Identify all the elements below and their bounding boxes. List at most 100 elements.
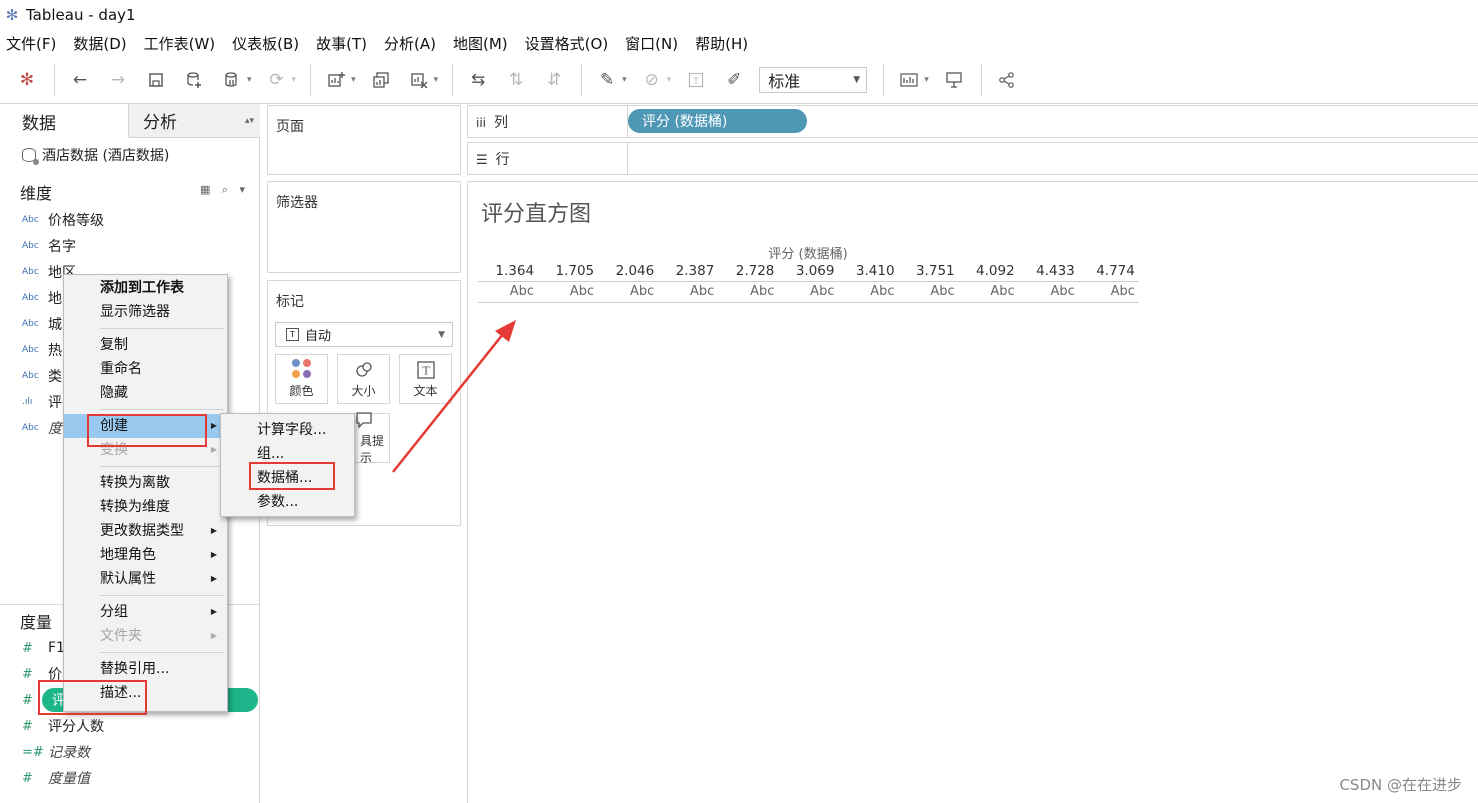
chevron-down-icon[interactable]: ▾ [351,75,356,85]
pin-axes-icon[interactable]: ✐ [721,67,747,93]
measure-field[interactable]: =# 记录数 [22,739,90,765]
menu-help[interactable]: 帮助(H) [695,33,748,54]
swap-rows-columns-icon[interactable]: ⇆ [465,67,491,93]
bin-header[interactable]: 2.387 [658,261,718,281]
filters-card[interactable]: 筛选器 [267,181,461,273]
menu-story[interactable]: 故事(T) [316,33,367,54]
chevron-down-icon[interactable]: ▾ [667,75,672,85]
share-icon[interactable] [994,67,1020,93]
menu-map[interactable]: 地图(M) [453,33,508,54]
menu-worksheet[interactable]: 工作表(W) [144,33,216,54]
viz-table[interactable]: 1.364 1.705 2.046 2.387 2.728 3.069 3.410 3.751… [478,261,1139,303]
bin-header[interactable]: 1.364 [478,261,538,281]
abc-cell[interactable]: Abc [658,282,718,302]
menu-item-hide[interactable]: 隐藏 [100,382,128,404]
bin-header[interactable]: 3.069 [778,261,838,281]
sort-descending-icon[interactable]: ⇵ [541,67,567,93]
menu-item-convert-discrete[interactable]: 转换为离散 [100,472,170,494]
dimension-field[interactable]: Abc 热 [22,337,62,363]
rows-shelf[interactable]: ☰ 行 [467,142,1478,175]
bin-header[interactable]: 4.774 [1079,261,1139,281]
bin-header[interactable]: 3.410 [838,261,898,281]
submenu-item-calculated-field[interactable]: 计算字段... [257,419,326,441]
dimension-field[interactable]: Abc 度 [22,415,62,441]
dimension-field[interactable]: Abc 城 [22,311,62,337]
group-members-icon[interactable]: ⊘ [639,67,665,93]
bin-header[interactable]: 4.433 [1019,261,1079,281]
dimension-field[interactable]: .ılı 评 [22,389,62,415]
new-datasource-icon[interactable] [181,67,207,93]
menu-item-change-type[interactable]: 更改数据类型 [100,520,184,542]
menu-item-convert-dimension[interactable]: 转换为维度 [100,496,170,518]
show-labels-icon[interactable]: T [683,67,709,93]
dimension-field[interactable]: Abc 名字 [22,233,76,259]
menu-item-replace-refs[interactable]: 替换引用... [100,658,169,680]
chevron-down-icon[interactable]: ▾ [247,75,252,85]
bin-header[interactable]: 4.092 [959,261,1019,281]
bin-header[interactable]: 2.728 [718,261,778,281]
fit-select[interactable]: 标准 ▼ [759,66,868,93]
menu-item-geo-role[interactable]: 地理角色 [100,544,156,566]
abc-cell[interactable]: Abc [718,282,778,302]
datasource-item[interactable]: 酒店数据 (酒店数据) [22,145,169,165]
refresh-icon[interactable]: ⟳ [264,67,290,93]
clear-sheet-icon[interactable] [406,67,432,93]
viz-title[interactable]: 评分直方图 [481,196,591,228]
bin-header[interactable]: 3.751 [899,261,959,281]
show-cards-icon[interactable] [896,67,922,93]
new-worksheet-icon[interactable] [323,67,349,93]
tab-data[interactable]: 数据 [0,104,128,138]
columns-shelf[interactable]: iii 列 [467,105,1478,138]
highlight-pen-icon[interactable]: ✎ [594,67,620,93]
size-button[interactable]: 大小 [337,354,390,404]
pages-card[interactable]: 页面 [267,105,461,175]
abc-cell[interactable]: Abc [1019,282,1079,302]
menu-file[interactable]: 文件(F) [6,33,56,54]
dimension-field[interactable]: Abc 类 [22,363,62,389]
tableau-home-icon[interactable]: ✻ [14,67,40,93]
chevron-down-icon[interactable]: ▾ [292,75,297,85]
duplicate-sheet-icon[interactable] [368,67,394,93]
menu-item-folder[interactable]: 文件夹 [100,625,142,647]
measure-field[interactable]: # 评分人数 [22,713,104,739]
tab-analysis[interactable]: 分析 ▴▾ [128,104,260,138]
back-icon[interactable]: ← [67,67,93,93]
save-icon[interactable] [143,67,169,93]
menu-dashboard[interactable]: 仪表板(B) [232,33,299,54]
color-button[interactable]: 颜色 [275,354,328,404]
menu-item-rename[interactable]: 重命名 [100,358,142,380]
menu-data[interactable]: 数据(D) [73,33,126,54]
measure-field[interactable]: # F1 [22,635,65,661]
abc-cell[interactable]: Abc [478,282,538,302]
pause-updates-icon[interactable] [219,67,245,93]
submenu-item-parameter[interactable]: 参数... [257,491,298,513]
abc-cell[interactable]: Abc [899,282,959,302]
menu-analysis[interactable]: 分析(A) [384,33,436,54]
abc-cell[interactable]: Abc [1079,282,1139,302]
menu-window[interactable]: 窗口(N) [625,33,678,54]
abc-cell[interactable]: Abc [838,282,898,302]
columns-pill[interactable]: 评分 (数据桶) [628,109,807,133]
dimension-field[interactable]: Abc 价格等级 [22,207,104,233]
chevron-down-icon[interactable]: ▾ [622,75,627,85]
dimension-field[interactable]: Abc 地 [22,285,62,311]
menu-item-copy[interactable]: 复制 [100,334,128,356]
abc-cell[interactable]: Abc [959,282,1019,302]
chevron-down-icon[interactable]: ▾ [924,75,929,85]
chevron-down-icon[interactable]: ▾ [434,75,439,85]
bin-header[interactable]: 2.046 [598,261,658,281]
abc-cell[interactable]: Abc [598,282,658,302]
sort-ascending-icon[interactable]: ⇅ [503,67,529,93]
menu-item-group[interactable]: 分组 [100,601,128,623]
abc-cell[interactable]: Abc [778,282,838,302]
abc-cell[interactable]: Abc [538,282,598,302]
menu-format[interactable]: 设置格式(O) [525,33,609,54]
menu-item-default-props[interactable]: 默认属性 [100,568,156,590]
measure-field[interactable]: # 度量值 [22,765,90,791]
dimensions-tools[interactable]: ▦ ⌕ ▾ [200,183,249,197]
presentation-mode-icon[interactable] [941,67,967,93]
menu-item-show-filter[interactable]: 显示筛选器 [100,301,170,323]
menu-item-add-to-sheet[interactable]: 添加到工作表 [100,277,184,299]
forward-icon[interactable]: → [105,67,131,93]
bin-header[interactable]: 1.705 [538,261,598,281]
